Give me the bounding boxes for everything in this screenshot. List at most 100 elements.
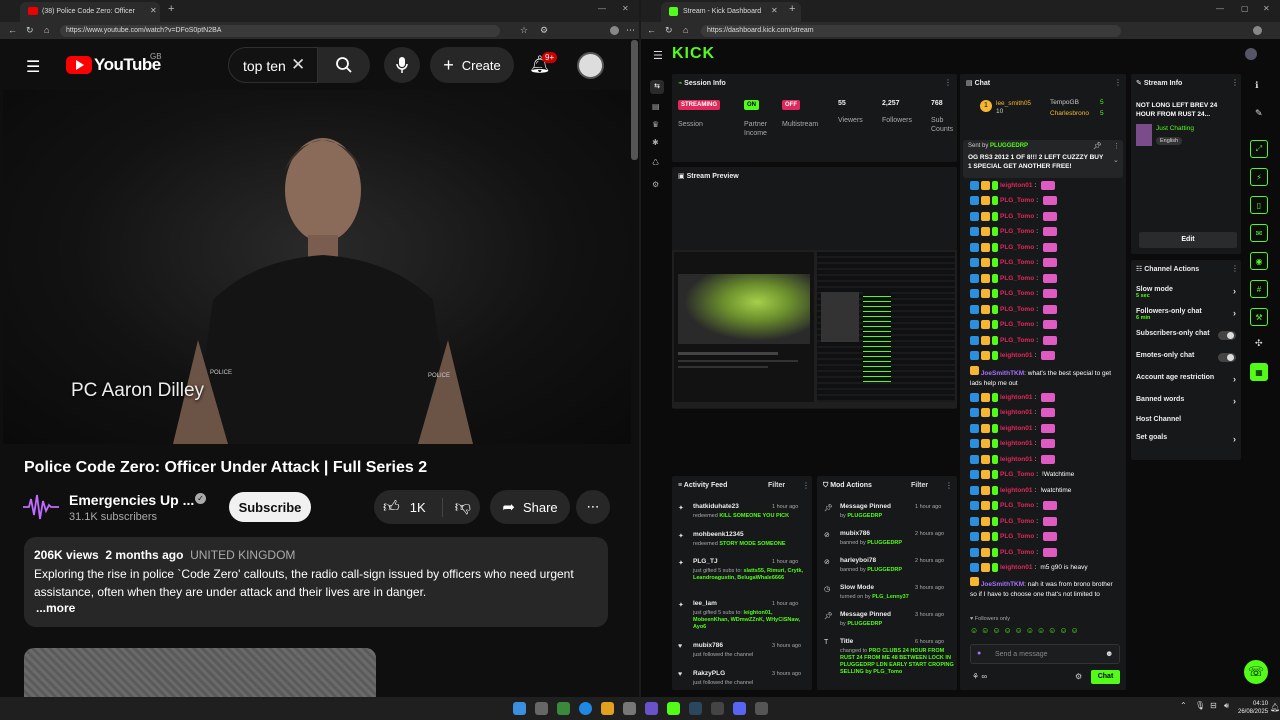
chat-username[interactable]: PLG_Tomo bbox=[1000, 471, 1034, 478]
channel-action-item[interactable]: Banned words › bbox=[1136, 396, 1236, 416]
chat-username[interactable]: PLG_Tomo bbox=[1000, 533, 1034, 540]
mod-action-item[interactable]: ◷ Slow Mode 3 hours ago turned on by PLG_Le… bbox=[821, 583, 961, 610]
chat-username[interactable]: PLG_Tomo bbox=[1000, 244, 1034, 251]
chat-tools-icon[interactable]: ⚘ ∞ bbox=[972, 672, 987, 681]
refresh-icon[interactable]: ↻ bbox=[26, 25, 34, 36]
volume-icon[interactable]: 🔊︎ bbox=[1224, 701, 1229, 711]
mod-action-item[interactable]: ⊘ harleyboi78 2 hours ago banned by PLUGGED… bbox=[821, 556, 961, 583]
help-chat-icon[interactable]: ☏ bbox=[1244, 660, 1268, 684]
steam-icon[interactable] bbox=[689, 702, 702, 715]
pinned-more-icon[interactable]: ⋮ bbox=[1113, 142, 1120, 150]
chat-username[interactable]: leighton01 bbox=[1000, 564, 1033, 571]
task-view-icon[interactable] bbox=[535, 702, 548, 715]
activity-user[interactable]: mubix786 bbox=[693, 642, 723, 649]
home-icon[interactable]: ⌂ bbox=[683, 25, 688, 35]
activity-more-icon[interactable]: ⋮ bbox=[802, 481, 810, 490]
pin-icon[interactable]: 📌︎ bbox=[1093, 142, 1102, 150]
mod-filter-button[interactable]: Filter bbox=[911, 482, 928, 489]
stream-preview-video[interactable] bbox=[672, 250, 957, 408]
chat-username[interactable]: PLG_Tomo bbox=[1000, 213, 1034, 220]
mod-action-user[interactable]: PLUGGEDRP bbox=[867, 567, 902, 573]
kick-menu-icon[interactable]: ☰ bbox=[653, 49, 663, 62]
activity-item[interactable]: ✦ lee_lam 1 hour ago just gifted 5 subs to:… bbox=[676, 599, 816, 630]
chat-username[interactable]: leighton01 bbox=[1000, 440, 1033, 447]
taskbar-app-icon[interactable] bbox=[623, 702, 636, 715]
channel-name[interactable]: Emergencies Up ... bbox=[69, 492, 194, 508]
pencil-icon[interactable]: ✎ bbox=[1255, 108, 1263, 119]
chat-username[interactable]: leighton01 bbox=[1000, 352, 1033, 359]
emoji-icon[interactable]: ☻ bbox=[1105, 649, 1113, 658]
monetize-icon[interactable]: ♺ bbox=[652, 158, 659, 167]
gifter-3-name[interactable]: Charlesbrono bbox=[1050, 110, 1089, 117]
channel-action-item[interactable]: Emotes-only chat bbox=[1136, 352, 1236, 372]
channel-action-item[interactable]: Account age restriction › bbox=[1136, 374, 1236, 394]
info-more-icon[interactable]: ⋮ bbox=[1231, 78, 1239, 87]
chat-username[interactable]: leighton01 bbox=[1000, 456, 1033, 463]
kick-user-avatar[interactable] bbox=[1245, 48, 1257, 60]
community-icon[interactable]: ✱ bbox=[652, 138, 659, 147]
category-thumbnail[interactable] bbox=[1136, 124, 1152, 146]
description-box[interactable]: 206K views 2 months ago UNITED KINGDOM E… bbox=[24, 537, 608, 627]
info-icon[interactable]: ℹ bbox=[1255, 80, 1258, 91]
discord-icon[interactable] bbox=[733, 702, 746, 715]
channel-action-item[interactable]: Host Channel bbox=[1136, 416, 1236, 436]
search-input[interactable]: top ten ✕ bbox=[228, 47, 318, 83]
top-gifter-name[interactable]: lee_smith05 bbox=[996, 100, 1031, 107]
chat-more-icon[interactable]: ⋮ bbox=[1114, 78, 1122, 87]
create-button[interactable]: + Create bbox=[430, 47, 514, 83]
mod-action-user[interactable]: PLUGGEDRP bbox=[867, 540, 902, 546]
chat-username[interactable]: leighton01 bbox=[1000, 425, 1033, 432]
voice-search-button[interactable] bbox=[384, 47, 420, 83]
activity-item[interactable]: ♥ RakzyPLG 3 hours ago just followed the ch… bbox=[676, 669, 816, 697]
send-chat-button[interactable]: Chat bbox=[1091, 670, 1120, 684]
channel-action-item[interactable]: Set goals › bbox=[1136, 434, 1236, 454]
mic-tray-icon[interactable]: 🎙︎ bbox=[1195, 701, 1205, 710]
tray-chevron-icon[interactable]: ⌃ bbox=[1180, 701, 1187, 710]
stream-manager-icon[interactable]: ⇆ bbox=[650, 80, 664, 94]
chat-username[interactable]: PLG_Tomo bbox=[1000, 228, 1034, 235]
location-tag[interactable]: UNITED KINGDOM bbox=[190, 548, 295, 562]
chat-username[interactable]: JoeSmithTKM bbox=[981, 581, 1024, 588]
document-icon[interactable]: ▯ bbox=[1250, 196, 1268, 214]
windows-start-icon[interactable] bbox=[513, 702, 526, 715]
wrench-icon[interactable]: ⚒ bbox=[1250, 308, 1268, 326]
clear-search-icon[interactable]: ✕ bbox=[291, 55, 305, 75]
mod-action-user[interactable]: PLUGGEDRP bbox=[847, 621, 882, 627]
category-name[interactable]: Just Chatting bbox=[1156, 125, 1194, 132]
activity-item[interactable]: ✦ mohbeenk12345 redeemed STORY MODE SOMEON… bbox=[676, 530, 816, 558]
trophy-icon[interactable]: ♛ bbox=[652, 120, 659, 129]
notification-center-icon[interactable]: 🔔︎ bbox=[1270, 703, 1280, 712]
show-more-link[interactable]: ...more bbox=[36, 601, 75, 615]
share-button[interactable]: ➦ Share bbox=[490, 490, 570, 524]
menu-icon[interactable]: ☰ bbox=[26, 57, 40, 77]
system-clock[interactable]: 04:10 26/08/2025 bbox=[1238, 700, 1268, 716]
maximize-icon[interactable]: ▢ bbox=[1241, 4, 1249, 13]
edit-stream-info-button[interactable]: Edit bbox=[1139, 232, 1237, 248]
broadcast-icon[interactable]: ◉ bbox=[1250, 252, 1268, 270]
settings-gear-icon[interactable]: ⚙ bbox=[652, 180, 659, 189]
activity-user[interactable]: mohbeenk12345 bbox=[693, 531, 744, 538]
chat-bubble-icon[interactable]: ✉ bbox=[1250, 224, 1268, 242]
session-more-icon[interactable]: ⋮ bbox=[944, 78, 952, 87]
minimize-icon[interactable]: — bbox=[1216, 4, 1224, 13]
hashtag-icon[interactable]: # bbox=[1250, 280, 1268, 298]
chat-username[interactable]: JoeSmithTKM bbox=[981, 370, 1024, 377]
capcut-icon[interactable] bbox=[711, 702, 724, 715]
home-icon[interactable]: ⌂ bbox=[44, 25, 49, 35]
chat-username[interactable]: PLG_Tomo bbox=[1000, 306, 1034, 313]
mod-action-item[interactable]: ⊘ mubix786 2 hours ago banned by PLUGGEDRP bbox=[821, 529, 961, 556]
activity-item[interactable]: ✦ thatkiduhate23 1 hour ago redeemed KILL S… bbox=[676, 502, 816, 530]
yt-browser-tab[interactable]: (38) Police Code Zero: Officer bbox=[20, 2, 160, 22]
chat-username[interactable]: PLG_Tomo bbox=[1000, 290, 1034, 297]
youtube-logo-icon[interactable] bbox=[66, 56, 92, 74]
chat-username[interactable]: leighton01 bbox=[1000, 394, 1033, 401]
analytics-icon[interactable]: ▤ bbox=[652, 102, 660, 111]
mod-action-item[interactable]: 📌︎ Message Pinned 1 hour ago by PLUGGEDRP bbox=[821, 502, 961, 529]
taskbar-app-icon-2[interactable] bbox=[755, 702, 768, 715]
chat-username[interactable]: PLG_Tomo bbox=[1000, 549, 1034, 556]
edge-icon[interactable] bbox=[579, 702, 592, 715]
kick-logo[interactable]: KICK bbox=[672, 45, 715, 63]
game-icon[interactable]: ▦ bbox=[1250, 363, 1268, 381]
minimize-icon[interactable]: — bbox=[598, 4, 606, 13]
close-tab-icon[interactable]: ✕ bbox=[771, 6, 778, 15]
